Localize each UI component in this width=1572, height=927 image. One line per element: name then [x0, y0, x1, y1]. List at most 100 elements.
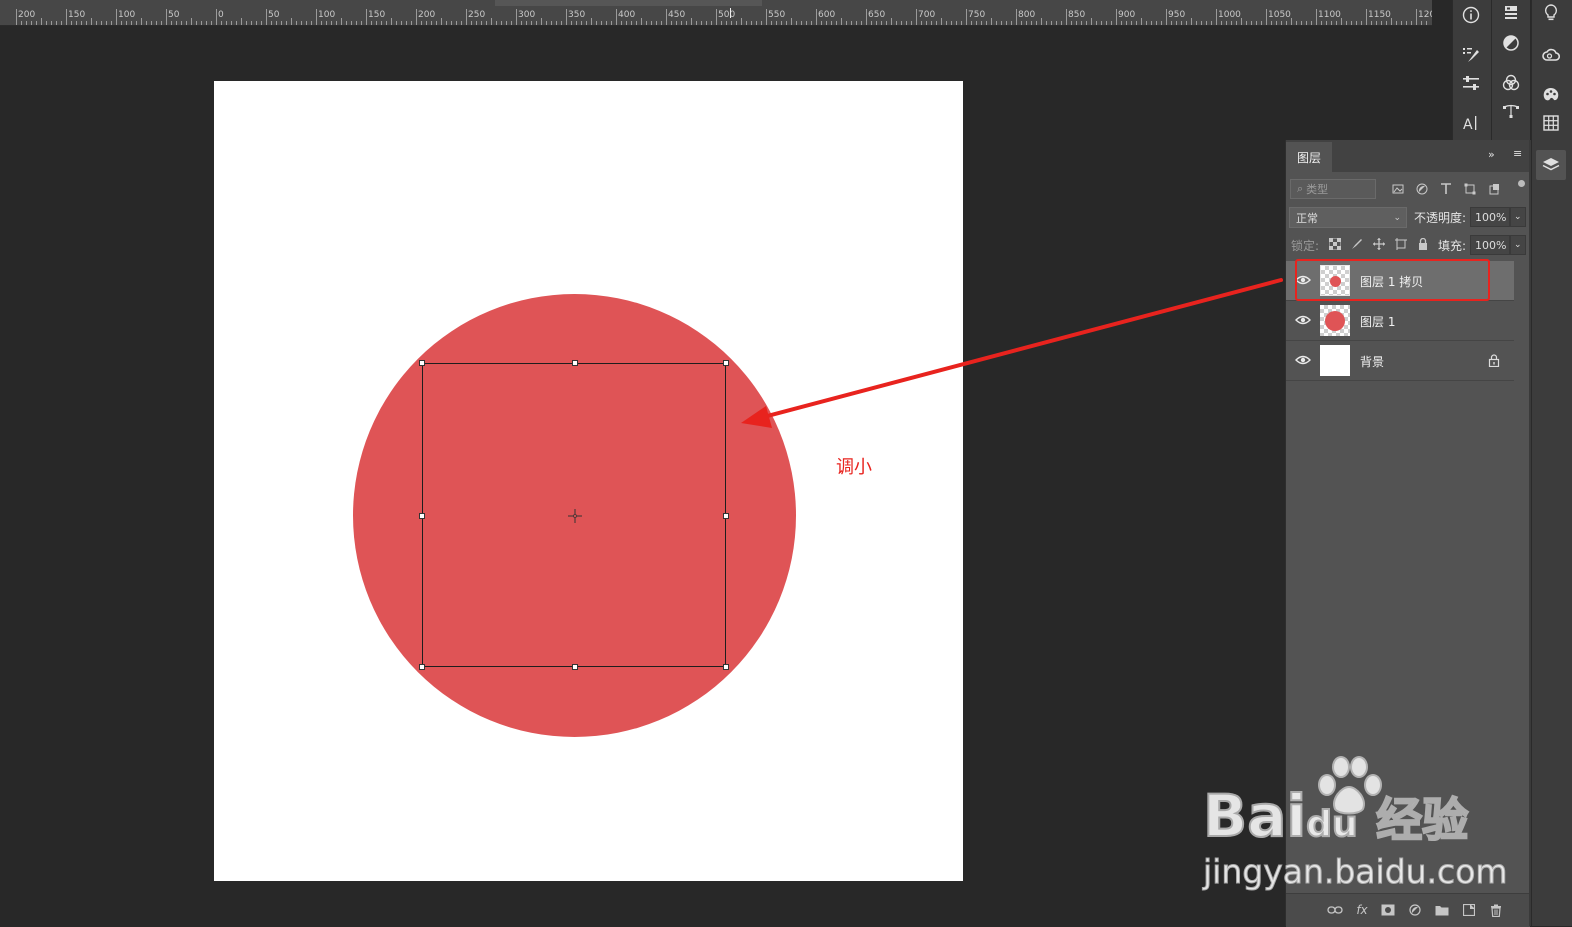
grid-table-icon[interactable]	[1536, 108, 1566, 138]
ruler-minor-tick	[1386, 21, 1387, 25]
mask-icon[interactable]	[1380, 902, 1396, 918]
group-folder-icon[interactable]	[1434, 902, 1450, 918]
fill-input[interactable]: 100%	[1470, 235, 1510, 255]
ruler-major-tick	[416, 9, 417, 25]
ruler-minor-tick	[46, 21, 47, 25]
lightbulb-icon[interactable]	[1536, 0, 1566, 28]
ruler-label: 100	[118, 10, 136, 20]
transform-handle-top-right[interactable]	[723, 360, 729, 366]
search-icon: ⌕	[1297, 182, 1304, 195]
panel-scrollbar[interactable]	[1529, 140, 1531, 926]
reference-point-icon[interactable]	[568, 509, 582, 523]
adjustment-layer-icon[interactable]	[1407, 902, 1423, 918]
new-layer-icon[interactable]	[1461, 902, 1477, 918]
character-text-icon[interactable]: A	[1456, 108, 1486, 138]
ruler-minor-tick	[981, 21, 982, 25]
lock-all-icon[interactable]	[1415, 236, 1431, 252]
filter-toggle-icon[interactable]	[1518, 180, 1525, 187]
link-icon[interactable]	[1327, 902, 1343, 918]
filter-shape-icon[interactable]	[1462, 181, 1478, 197]
adjust-sliders-icon[interactable]	[1456, 68, 1486, 98]
ruler-minor-tick	[811, 21, 812, 25]
ruler-minor-tick	[936, 21, 937, 25]
top-scrollbar[interactable]	[495, 0, 762, 6]
eye-visibility-icon[interactable]	[1295, 314, 1311, 326]
transform-handle-bottom-right[interactable]	[723, 664, 729, 670]
ruler-minor-tick	[211, 21, 212, 25]
layer-row[interactable]: 图层 1	[1286, 301, 1514, 341]
ruler-minor-tick	[1076, 21, 1077, 25]
ruler-minor-tick	[406, 21, 407, 25]
ruler-minor-tick	[851, 21, 852, 25]
ruler-minor-tick	[1126, 21, 1127, 25]
ruler-major-tick	[1316, 9, 1317, 25]
swatches-palette-icon[interactable]	[1536, 80, 1566, 110]
ruler-label: 1050	[1268, 10, 1291, 20]
ruler-minor-tick	[1401, 21, 1402, 25]
filter-smart-object-icon[interactable]	[1486, 181, 1502, 197]
ruler-minor-tick	[1261, 21, 1262, 25]
ruler-minor-tick	[581, 21, 582, 25]
collapse-panel-icon[interactable]: »	[1488, 148, 1495, 161]
ruler-minor-tick	[806, 21, 807, 25]
fill-chevron-icon[interactable]: ⌄	[1510, 235, 1526, 255]
lock-artboard-icon[interactable]	[1393, 236, 1409, 252]
lock-image-pixels-icon[interactable]	[1349, 236, 1365, 252]
transform-handle-top-center[interactable]	[572, 360, 578, 366]
transform-handle-middle-right[interactable]	[723, 513, 729, 519]
ruler-minor-tick	[496, 21, 497, 25]
eye-visibility-icon[interactable]	[1295, 354, 1311, 366]
lock-transparent-pixels-icon[interactable]	[1327, 236, 1343, 252]
ruler-minor-tick	[201, 21, 202, 25]
transform-handle-middle-left[interactable]	[419, 513, 425, 519]
opacity-chevron-icon[interactable]: ⌄	[1510, 207, 1526, 227]
tool-strip-mid	[1491, 0, 1530, 140]
ruler-minor-tick	[831, 21, 832, 25]
ruler-minor-tick	[1221, 21, 1222, 25]
transform-handle-bottom-center[interactable]	[572, 664, 578, 670]
ruler-minor-tick	[251, 21, 252, 25]
properties-icon[interactable]	[1496, 0, 1526, 28]
tab-layers[interactable]: 图层	[1286, 142, 1332, 172]
creative-cloud-icon[interactable]	[1536, 40, 1566, 70]
brush-settings-icon[interactable]	[1456, 40, 1486, 70]
ruler-minor-tick	[646, 21, 647, 25]
blend-mode-dropdown[interactable]: 正常 ⌄	[1289, 207, 1407, 228]
ruler-minor-tick	[841, 18, 842, 25]
ruler-minor-tick	[786, 21, 787, 25]
lock-icon[interactable]	[1488, 354, 1500, 367]
layer-name[interactable]: 图层 1	[1360, 313, 1395, 330]
ruler-minor-tick	[1021, 21, 1022, 25]
ruler-minor-tick	[976, 21, 977, 25]
opacity-input[interactable]: 100%	[1470, 207, 1510, 227]
ruler-minor-tick	[856, 21, 857, 25]
layer-row[interactable]: 背景	[1286, 341, 1514, 381]
ruler-major-tick	[616, 9, 617, 25]
layer-name[interactable]: 背景	[1360, 353, 1384, 370]
ruler-minor-tick	[1326, 21, 1327, 25]
layer-filter-dropdown[interactable]: ⌕ 类型	[1290, 179, 1376, 199]
paths-icon[interactable]	[1496, 96, 1526, 126]
annotation-highlight-box	[1295, 259, 1490, 301]
ruler-minor-tick	[1051, 21, 1052, 25]
fx-icon[interactable]: fx	[1354, 902, 1370, 918]
trash-icon[interactable]	[1488, 902, 1504, 918]
ruler-minor-tick	[726, 21, 727, 25]
ruler-minor-tick	[331, 21, 332, 25]
transform-handle-top-left[interactable]	[419, 360, 425, 366]
ruler-minor-tick	[141, 18, 142, 25]
channels-icon[interactable]	[1496, 68, 1526, 98]
lock-position-icon[interactable]	[1371, 236, 1387, 252]
ruler-minor-tick	[1011, 21, 1012, 25]
transform-handle-bottom-left[interactable]	[419, 664, 425, 670]
filter-adjustment-icon[interactable]	[1414, 181, 1430, 197]
ruler-minor-tick	[1351, 21, 1352, 25]
ruler-minor-tick	[341, 18, 342, 25]
filter-image-icon[interactable]	[1390, 181, 1406, 197]
adjustments-icon[interactable]	[1496, 28, 1526, 58]
panel-menu-icon[interactable]: ≡	[1513, 147, 1522, 160]
layers-icon[interactable]	[1536, 150, 1566, 180]
info-icon[interactable]	[1456, 0, 1486, 30]
ruler-major-tick	[816, 9, 817, 25]
filter-type-icon[interactable]	[1438, 181, 1454, 197]
